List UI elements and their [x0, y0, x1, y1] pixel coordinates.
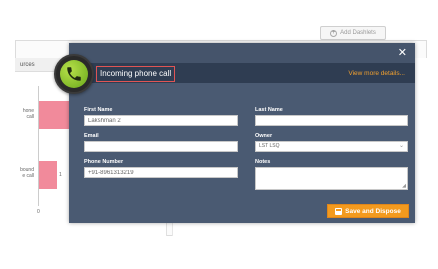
owner-select[interactable]: LST LSQ ⌄ — [255, 141, 408, 152]
last-name-label: Last Name — [255, 107, 283, 113]
chart-axis-zero: 0 — [37, 209, 40, 215]
chart-bar — [39, 161, 57, 189]
add-dashlets-button[interactable]: + Add Dashlets — [320, 26, 386, 40]
chart-label: bound e call — [20, 167, 34, 179]
chart-bar-count: 1 — [59, 172, 62, 178]
notes-field[interactable]: ◢ — [255, 167, 408, 190]
chart-label: hone call — [22, 108, 34, 120]
save-icon — [335, 207, 343, 215]
chart-bar — [39, 101, 69, 129]
notes-label: Notes — [255, 159, 271, 165]
email-label: Email — [84, 133, 99, 139]
save-and-dispose-label: Save and Dispose — [345, 207, 401, 215]
add-icon: + — [330, 29, 338, 37]
modal-topbar — [69, 43, 415, 63]
first-name-label: First Name — [84, 107, 113, 113]
email-field[interactable] — [84, 141, 238, 152]
phone-badge — [54, 54, 94, 94]
close-icon[interactable]: ✕ — [398, 46, 407, 59]
phone-number-label: Phone Number — [84, 159, 124, 165]
chevron-down-icon: ⌄ — [398, 143, 404, 149]
resize-handle-icon[interactable]: ◢ — [402, 184, 406, 189]
phone-icon — [60, 60, 88, 88]
incoming-call-modal: ✕ Incoming phone call View more details.… — [69, 43, 415, 223]
owner-label: Owner — [255, 133, 273, 139]
save-and-dispose-button[interactable]: Save and Dispose — [327, 204, 409, 218]
last-name-field[interactable] — [255, 115, 408, 126]
first-name-field[interactable] — [84, 115, 238, 126]
owner-value: LST LSQ — [259, 143, 280, 149]
phone-number-field[interactable] — [84, 167, 238, 178]
add-dashlets-label: Add Dashlets — [340, 30, 376, 36]
modal-title: Incoming phone call — [96, 66, 176, 82]
view-more-details-link[interactable]: View more details... — [348, 70, 405, 77]
